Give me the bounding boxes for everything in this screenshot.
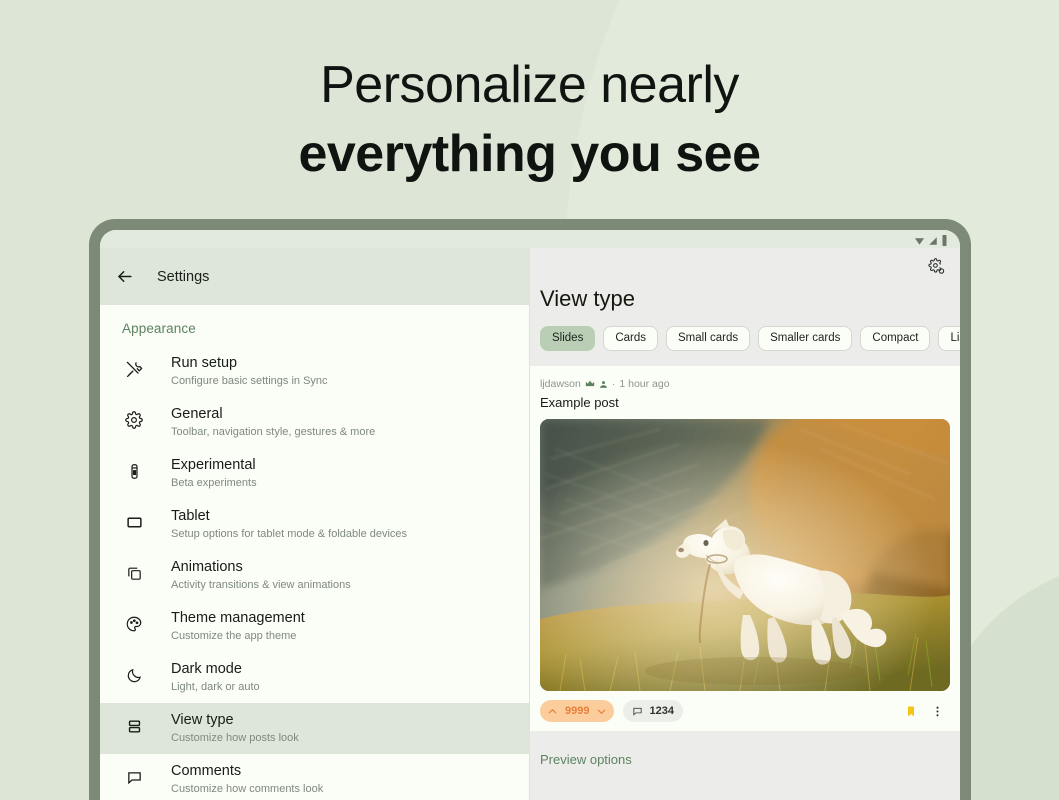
sidebar-item-title: View type	[171, 712, 234, 728]
settings-sync-gear-icon[interactable]	[922, 252, 950, 280]
sidebar-item-title: General	[171, 406, 223, 422]
chip-list[interactable]: List	[938, 326, 960, 351]
detail-title: View type	[540, 286, 635, 311]
tablet-icon	[122, 510, 146, 534]
section-header-appearance: Appearance	[122, 321, 196, 336]
preview-options-section: Preview options	[530, 731, 960, 800]
vote-pill[interactable]: 9999	[540, 700, 615, 722]
sidebar-item-dark-mode[interactable]: Dark mode Light, dark or auto	[100, 652, 529, 703]
headline-line-1: Personalize nearly	[320, 56, 739, 114]
view-type-chip-group: Slides Cards Small cards Smaller cards C…	[530, 312, 960, 351]
sidebar-item-text: View type Customize how posts look	[171, 711, 299, 745]
person-icon	[599, 380, 608, 389]
sidebar-item-theme-management[interactable]: Theme management Customize the app theme	[100, 601, 529, 652]
settings-sidebar: Settings Appearance Run setup Configure …	[100, 248, 529, 800]
vote-score: 9999	[565, 705, 590, 717]
sidebar-item-subtitle: Configure basic settings in Sync	[171, 375, 328, 387]
sidebar-item-run-setup[interactable]: Run setup Configure basic settings in Sy…	[100, 346, 529, 397]
post-meta: ljdawson · 1 hour ago	[540, 378, 950, 390]
sidebar-item-text: Experimental Beta experiments	[171, 456, 257, 490]
page-headline: Personalize nearly everything you see	[0, 52, 1059, 187]
palette-icon	[122, 612, 146, 636]
headline-line-2: everything you see	[298, 124, 761, 183]
animations-icon	[122, 561, 146, 585]
meta-separator: ·	[611, 378, 616, 390]
sidebar-item-title: Animations	[171, 559, 243, 575]
chip-cards[interactable]: Cards	[603, 326, 659, 351]
sidebar-item-subtitle: Customize how comments look	[171, 783, 324, 795]
sidebar-item-text: Animations Activity transitions & view a…	[171, 558, 351, 592]
chip-slides[interactable]: Slides	[540, 326, 596, 351]
sidebar-item-subtitle: Activity transitions & view animations	[171, 579, 351, 591]
sidebar-item-subtitle: Customize how posts look	[171, 732, 299, 744]
sidebar-item-title: Experimental	[171, 457, 256, 473]
moon-icon	[122, 663, 146, 687]
sidebar-item-text: Tablet Setup options for tablet mode & f…	[171, 507, 407, 541]
flask-icon	[122, 459, 146, 483]
example-post: ljdawson · 1 hour ago Example post 9999 …	[530, 366, 960, 731]
back-arrow-icon[interactable]	[112, 265, 136, 289]
detail-pane: View type Slides Cards Small cards Small…	[530, 248, 960, 800]
sidebar-item-text: General Toolbar, navigation style, gestu…	[171, 405, 375, 439]
comment-bubble-icon	[122, 765, 146, 789]
chip-small-cards[interactable]: Small cards	[666, 326, 751, 351]
bookmark-icon[interactable]	[905, 705, 917, 718]
sidebar-item-text: Theme management Customize the app theme	[171, 609, 305, 643]
sidebar-item-view-type[interactable]: View type Customize how posts look	[100, 703, 529, 754]
sidebar-item-text: Dark mode Light, dark or auto	[171, 660, 260, 694]
comment-count-button[interactable]: 1234	[623, 700, 683, 722]
device-screen: Settings Appearance Run setup Configure …	[100, 230, 960, 800]
sidebar-item-text: Run setup Configure basic settings in Sy…	[171, 354, 328, 388]
settings-toolbar: Settings	[100, 248, 529, 305]
device-frame: Settings Appearance Run setup Configure …	[89, 219, 971, 800]
sidebar-item-subtitle: Light, dark or auto	[171, 681, 260, 693]
status-bar	[100, 230, 960, 248]
post-title[interactable]: Example post	[540, 395, 950, 410]
sidebar-item-subtitle: Setup options for tablet mode & foldable…	[171, 528, 408, 540]
sidebar-item-subtitle: Beta experiments	[171, 477, 257, 489]
gear-icon	[122, 408, 146, 432]
preview-options-label: Preview options	[540, 752, 632, 767]
sidebar-item-general[interactable]: General Toolbar, navigation style, gestu…	[100, 397, 529, 448]
comment-icon	[632, 706, 643, 717]
sidebar-item-experimental[interactable]: Experimental Beta experiments	[100, 448, 529, 499]
sidebar-item-subtitle: Customize the app theme	[171, 630, 297, 642]
post-author[interactable]: ljdawson	[540, 378, 581, 390]
post-timestamp: 1 hour ago	[619, 378, 670, 390]
post-action-bar: 9999 1234	[540, 691, 950, 731]
comment-count: 1234	[649, 705, 674, 717]
view-type-icon	[122, 714, 146, 738]
sidebar-item-title: Theme management	[171, 610, 305, 626]
sidebar-item-animations[interactable]: Animations Activity transitions & view a…	[100, 550, 529, 601]
page-title: Settings	[157, 268, 210, 285]
more-vertical-icon[interactable]	[931, 705, 944, 718]
sidebar-item-comments[interactable]: Comments Customize how comments look	[100, 754, 529, 800]
page-root: Personalize nearly everything you see Se…	[0, 0, 1059, 800]
detail-header: View type Slides Cards Small cards Small…	[530, 248, 960, 366]
chevron-down-icon[interactable]	[596, 706, 607, 717]
post-image[interactable]	[540, 419, 950, 691]
tools-icon	[122, 357, 146, 381]
sidebar-item-subtitle: Toolbar, navigation style, gestures & mo…	[171, 426, 376, 438]
sidebar-item-text: Comments Customize how comments look	[171, 762, 323, 796]
sidebar-item-title: Comments	[171, 763, 242, 779]
chip-smaller-cards[interactable]: Smaller cards	[758, 326, 853, 351]
chip-compact[interactable]: Compact	[860, 326, 931, 351]
sidebar-item-tablet[interactable]: Tablet Setup options for tablet mode & f…	[100, 499, 529, 550]
sidebar-item-title: Run setup	[171, 355, 238, 371]
sidebar-item-title: Dark mode	[171, 661, 242, 677]
sidebar-item-title: Tablet	[171, 508, 210, 524]
chevron-up-icon[interactable]	[547, 706, 558, 717]
crown-icon	[585, 379, 595, 389]
